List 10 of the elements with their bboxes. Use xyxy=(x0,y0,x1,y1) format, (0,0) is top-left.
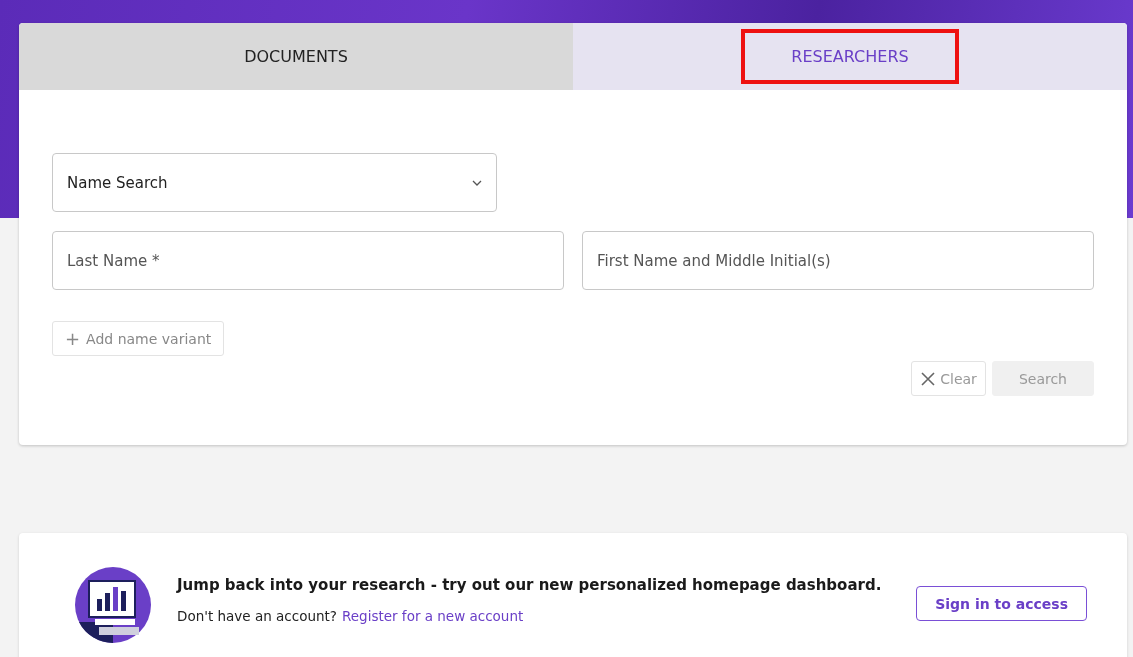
search-type-dropdown[interactable]: Name Search xyxy=(52,153,497,212)
register-link[interactable]: Register for a new account xyxy=(342,608,524,624)
tab[interactable]: RESEARCHERS xyxy=(573,23,1127,90)
account-prompt: Don't have an account? xyxy=(177,608,337,624)
name-field[interactable]: First Name and Middle Initial(s) xyxy=(582,231,1094,290)
add-variant-button[interactable]: + Add name variant xyxy=(52,321,225,356)
banner-headline: Jump back into your research - try out our new personalized homepage dashboard. xyxy=(177,576,883,594)
tab[interactable]: DOCUMENTS xyxy=(19,23,573,90)
name-field[interactable]: Last Name * xyxy=(52,231,564,290)
sign-in-button[interactable]: Sign in to access xyxy=(916,586,1087,621)
